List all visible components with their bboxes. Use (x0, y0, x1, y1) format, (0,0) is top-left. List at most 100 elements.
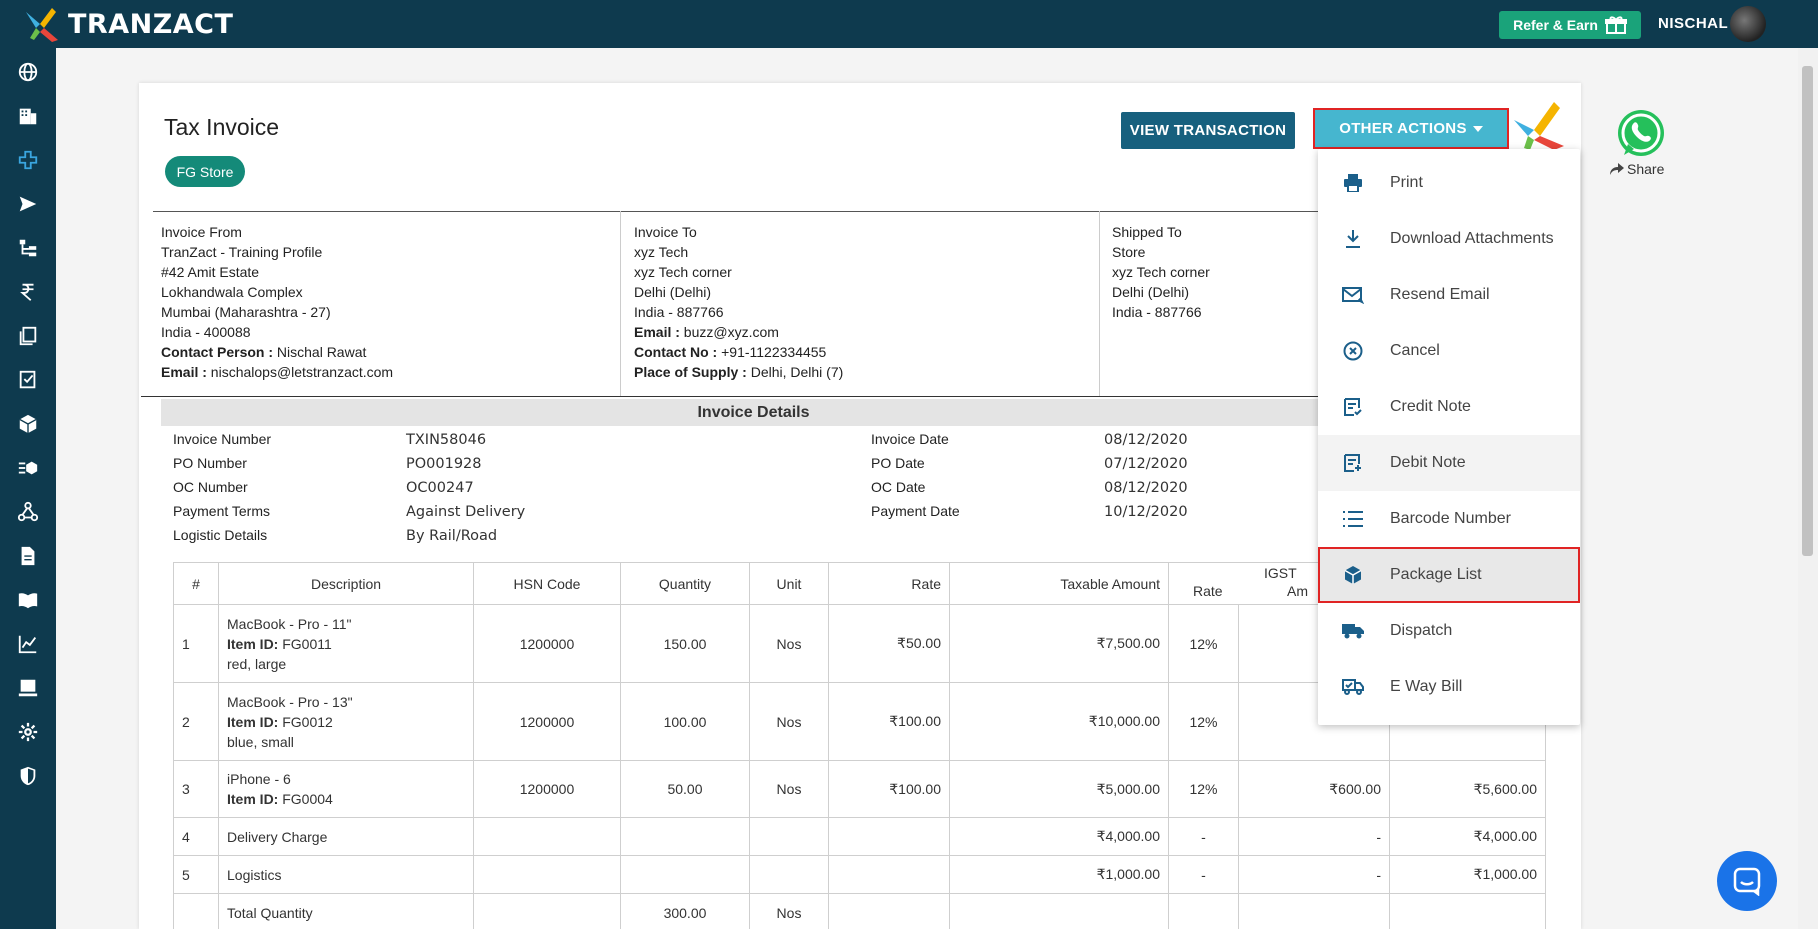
detail-value: TXIN58046 (406, 432, 487, 448)
item-id-label: Item ID: (227, 713, 279, 730)
page-scrollbar[interactable] (1798, 48, 1818, 929)
detail-value: 08/12/2020 (1104, 480, 1188, 496)
checklist-icon[interactable] (16, 368, 40, 392)
total-quantity-value: 300.00 (620, 893, 750, 929)
contact-value: Nischal Rawat (273, 344, 367, 360)
box-icon[interactable] (16, 412, 40, 436)
rupee-icon[interactable] (16, 280, 40, 304)
share-arrow-icon (1610, 163, 1624, 175)
invoice-to-line2: Delhi (Delhi) (634, 284, 712, 300)
box-list-icon[interactable] (16, 456, 40, 480)
row-unit: Nos (749, 604, 829, 683)
row-taxable: ₹10,000.00 (949, 682, 1169, 761)
brand-logo[interactable]: TRANZACT (22, 4, 233, 44)
scrollbar-thumb[interactable] (1802, 66, 1813, 556)
menu-item-debit-note[interactable]: Debit Note (1318, 435, 1580, 491)
invoice-to-email: Email : buzz@xyz.com (634, 322, 843, 342)
chat-launcher-button[interactable] (1717, 851, 1777, 911)
row-taxable: ₹7,500.00 (949, 604, 1169, 683)
invoice-from-block: Invoice From TranZact - Training Profile… (161, 222, 393, 382)
row-igst-amount: ₹600.00 (1238, 760, 1390, 818)
building-icon[interactable] (16, 104, 40, 128)
row-igst-rate (1168, 893, 1239, 929)
menu-item-resend-email[interactable]: Resend Email (1318, 267, 1580, 323)
send-icon[interactable] (16, 192, 40, 216)
row-quantity: 50.00 (620, 760, 750, 818)
item-name: MacBook - Pro - 13" (227, 693, 353, 710)
menu-item-print[interactable]: Print (1318, 155, 1580, 211)
pos-label: Place of Supply : (634, 364, 747, 380)
row-hsn: 1200000 (473, 760, 621, 818)
documents-icon[interactable] (16, 324, 40, 348)
hierarchy-icon[interactable] (16, 236, 40, 260)
menu-item-cancel[interactable]: Cancel (1318, 323, 1580, 379)
other-actions-menu: Print Download Attachments Resend Email … (1318, 149, 1580, 725)
chart-icon[interactable] (16, 632, 40, 656)
menu-item-label: Dispatch (1390, 622, 1453, 639)
item-variant: blue, small (227, 733, 294, 750)
printer-icon (1342, 172, 1364, 194)
address-column-divider (1099, 211, 1100, 396)
other-actions-button[interactable]: OTHER ACTIONS (1313, 108, 1509, 149)
item-id-value: FG0012 (278, 713, 333, 730)
col-description: Description (218, 562, 474, 605)
gear-icon[interactable] (16, 720, 40, 744)
invoice-from-line1: #42 Amit Estate (161, 264, 260, 280)
row-unit (749, 817, 829, 856)
row-rate: ₹100.00 (828, 760, 950, 818)
shield-icon[interactable] (16, 764, 40, 788)
item-id-line: Item ID: FG0011 (227, 634, 465, 654)
brand-name: TRANZACT (68, 8, 234, 40)
row-taxable: ₹5,000.00 (949, 760, 1169, 818)
menu-item-dispatch[interactable]: Dispatch (1318, 603, 1580, 659)
row-num: 3 (173, 760, 219, 818)
user-name[interactable]: NISCHAL (1658, 15, 1728, 32)
avatar[interactable] (1730, 6, 1766, 42)
row-total: ₹1,000.00 (1389, 855, 1546, 894)
terminal-icon[interactable] (16, 676, 40, 700)
invoice-to-name: xyz Tech (634, 244, 689, 260)
row-quantity: 150.00 (620, 604, 750, 683)
menu-item-barcode-number[interactable]: Barcode Number (1318, 491, 1580, 547)
sidebar (0, 48, 56, 929)
plus-cross-icon[interactable] (16, 148, 40, 172)
row-igst-amount (1238, 893, 1390, 929)
row-hsn (473, 855, 621, 894)
shipped-to-block: Shipped To Store xyz Tech corner Delhi (… (1112, 222, 1210, 322)
truck-icon (1342, 620, 1364, 642)
detail-value: PO001928 (406, 456, 482, 472)
col-taxable: Taxable Amount (949, 562, 1169, 605)
file-icon[interactable] (16, 544, 40, 568)
table-row: 4 Delivery Charge ₹4,000.00 - - ₹4,000.0… (173, 817, 1546, 856)
row-num: 4 (173, 817, 219, 856)
row-taxable: ₹1,000.00 (949, 855, 1169, 894)
row-total: ₹5,600.00 (1389, 760, 1546, 818)
detail-label: PO Date (871, 455, 925, 471)
table-row: 3 iPhone - 6 Item ID: FG0004 1200000 50.… (173, 760, 1546, 818)
menu-item-label: Debit Note (1390, 454, 1466, 471)
gift-icon (1604, 16, 1627, 34)
igst-heading: IGST (1264, 565, 1297, 581)
total-quantity-label: Total Quantity (218, 893, 474, 929)
menu-item-e-way-bill[interactable]: E Way Bill (1318, 659, 1580, 715)
menu-item-label: Credit Note (1390, 398, 1471, 415)
refer-earn-button[interactable]: Refer & Earn (1499, 11, 1641, 39)
menu-item-label: Resend Email (1390, 286, 1490, 303)
share-link[interactable]: Share (1610, 161, 1664, 177)
row-quantity: 100.00 (620, 682, 750, 761)
menu-item-download-attachments[interactable]: Download Attachments (1318, 211, 1580, 267)
whatsapp-icon[interactable] (1614, 107, 1668, 161)
menu-item-credit-note[interactable]: Credit Note (1318, 379, 1580, 435)
shipped-to-heading: Shipped To (1112, 224, 1182, 240)
email-value: nischalops@letstranzact.com (206, 364, 394, 380)
network-icon[interactable] (16, 500, 40, 524)
shipped-to-line1: xyz Tech corner (1112, 264, 1210, 280)
row-hsn (473, 817, 621, 856)
book-icon[interactable] (16, 588, 40, 612)
igst-amount-heading: Am (1287, 583, 1308, 599)
view-transaction-button[interactable]: VIEW TRANSACTION (1121, 112, 1295, 149)
item-id-line: Item ID: FG0012 (227, 712, 465, 732)
row-description: iPhone - 6 Item ID: FG0004 (218, 760, 474, 818)
menu-item-package-list[interactable]: Package List (1318, 547, 1580, 603)
globe-icon[interactable] (16, 60, 40, 84)
